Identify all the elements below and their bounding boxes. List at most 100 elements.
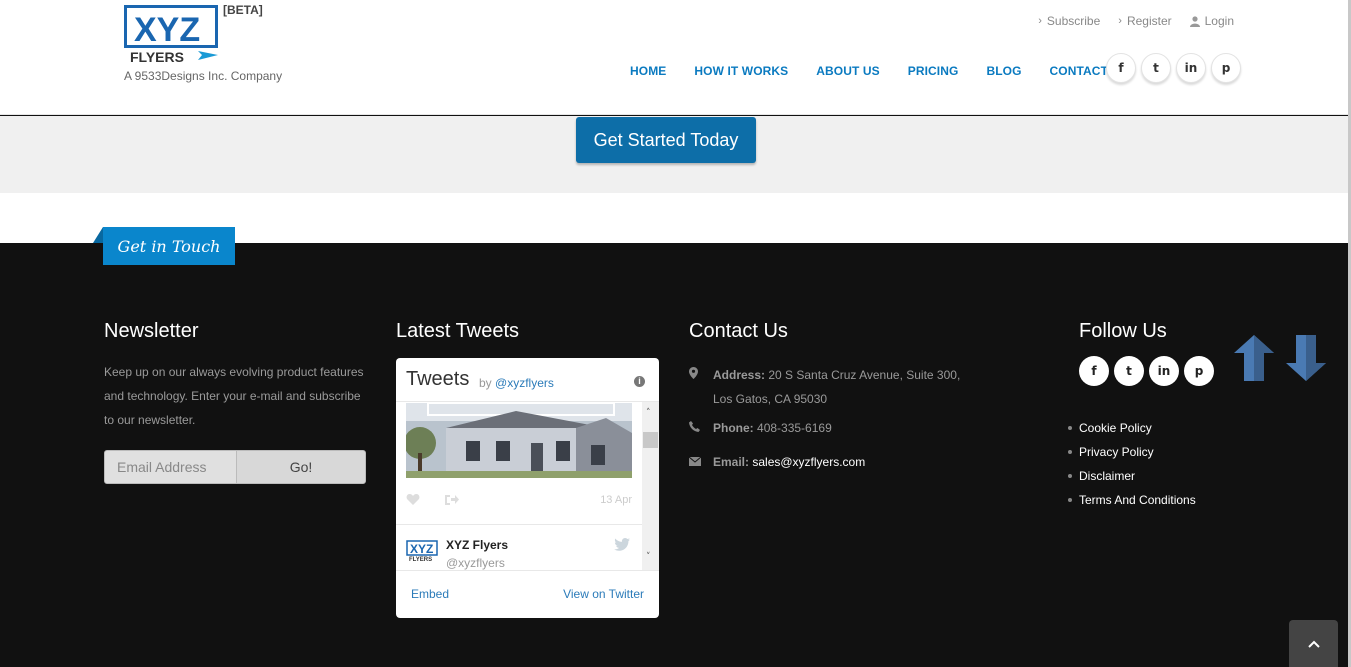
newsletter-text: Keep up on our always evolving product f… (104, 365, 364, 427)
tweets-by-label: by (479, 376, 492, 390)
pinterest-icon[interactable]: p (1211, 53, 1241, 83)
svg-text:FLYERS: FLYERS (130, 49, 184, 63)
scroll-thumb[interactable] (643, 432, 658, 448)
email-row: Email: sales@xyzflyers.com (688, 455, 865, 469)
twitter-icon[interactable]: t (1114, 356, 1144, 386)
nav-pricing[interactable]: PRICING (908, 64, 959, 78)
nav-about-us[interactable]: ABOUT US (816, 64, 879, 78)
footer-social: f t in p (1079, 356, 1214, 386)
svg-text:FLYERS: FLYERS (409, 557, 432, 562)
scroll-up-icon[interactable]: ˄ (646, 408, 651, 418)
bullet (1068, 450, 1072, 454)
nav-contact[interactable]: CONTACT (1050, 64, 1108, 78)
heart-icon[interactable] (406, 493, 420, 506)
header-social: f t in p (1106, 53, 1241, 83)
top-links: › Subscribe › Register Login (1038, 14, 1234, 28)
login-label: Login (1204, 14, 1234, 28)
bullet (1068, 426, 1072, 430)
disclaimer-link[interactable]: Disclaimer (1068, 464, 1196, 488)
user-icon (1189, 15, 1200, 27)
ribbon-fold (93, 227, 103, 243)
get-started-button[interactable]: Get Started Today (576, 117, 756, 163)
phone-label: Phone: (713, 421, 754, 435)
nav-home[interactable]: HOME (630, 64, 666, 78)
phone-icon (689, 421, 713, 435)
address-label: Address: (713, 368, 766, 382)
beta-badge: [BETA] (223, 3, 263, 17)
phone-value: 408-335-6169 (757, 421, 832, 435)
subscribe-link[interactable]: › Subscribe (1038, 14, 1100, 28)
get-in-touch-badge: Get in Touch (103, 227, 235, 265)
linkedin-icon[interactable]: in (1176, 53, 1206, 83)
email-link[interactable]: sales@xyzflyers.com (752, 455, 865, 469)
register-label: Register (1126, 14, 1172, 28)
nav-blog[interactable]: BLOG (986, 64, 1021, 78)
twitter-widget: Tweets by @xyzflyers i 13 Apr XYZ FLYERS… (396, 358, 659, 618)
map-marker-icon (689, 363, 713, 411)
contact-title: Contact Us (689, 320, 788, 342)
logo[interactable]: XYZ FLYERS [BETA] A 9533Designs Inc. Com… (124, 3, 294, 85)
privacy-policy-link[interactable]: Privacy Policy (1068, 440, 1196, 464)
bullet (1068, 498, 1072, 502)
tweets-by: by @xyzflyers (479, 376, 554, 390)
cookie-policy-label: Cookie Policy (1079, 421, 1152, 435)
xyz-flyers-logo: XYZ FLYERS (124, 5, 218, 63)
scroll-down-icon[interactable]: ˅ (646, 552, 651, 562)
privacy-policy-label: Privacy Policy (1079, 445, 1154, 459)
twitter-widget-header: Tweets by @xyzflyers i (396, 358, 659, 402)
tweet-date[interactable]: 13 Apr (600, 494, 632, 506)
chevron-up-icon (1307, 640, 1320, 648)
tweets-handle-link[interactable]: @xyzflyers (495, 376, 554, 390)
envelope-icon (688, 455, 713, 469)
up-down-arrows-icon[interactable] (1232, 333, 1328, 383)
tweet-image[interactable] (406, 403, 632, 478)
go-button[interactable]: Go! (236, 450, 366, 484)
facebook-icon[interactable]: f (1106, 53, 1136, 83)
chevron-right-icon: › (1118, 15, 1122, 27)
chevron-right-icon: › (1038, 15, 1042, 27)
disclaimer-label: Disclaimer (1079, 469, 1136, 483)
policy-links: Cookie Policy Privacy Policy Disclaimer … (1068, 416, 1196, 512)
newsletter-title: Newsletter (104, 320, 199, 342)
facebook-icon[interactable]: f (1079, 356, 1109, 386)
terms-label: Terms And Conditions (1079, 493, 1196, 507)
address-line1: 20 S Santa Cruz Avenue, Suite 300, (768, 368, 961, 382)
nav-how-it-works[interactable]: HOW IT WORKS (694, 64, 788, 78)
house-photo (406, 403, 632, 478)
cookie-policy-link[interactable]: Cookie Policy (1068, 416, 1196, 440)
register-link[interactable]: › Register (1118, 14, 1171, 28)
linkedin-icon[interactable]: in (1149, 356, 1179, 386)
svg-text:XYZ: XYZ (134, 11, 200, 49)
site-header: XYZ FLYERS [BETA] A 9533Designs Inc. Com… (0, 0, 1351, 115)
latest-tweets-title: Latest Tweets (396, 320, 520, 342)
tweet-author-handle[interactable]: @xyzflyers (446, 556, 505, 570)
tweet-actions: 13 Apr (406, 490, 632, 510)
tweets-heading: Tweets (406, 368, 470, 390)
widget-scrollbar[interactable]: ˄ ˅ (642, 402, 659, 570)
tagline: A 9533Designs Inc. Company (124, 69, 283, 83)
login-link[interactable]: Login (1189, 14, 1234, 28)
email-label: Email: (713, 455, 750, 469)
tweet-author-name[interactable]: XYZ Flyers (446, 538, 508, 552)
follow-title: Follow Us (1079, 320, 1167, 342)
back-to-top-button[interactable] (1289, 620, 1338, 667)
phone-row: Phone: 408-335-6169 (689, 421, 832, 435)
address-line2: Los Gatos, CA 95030 (713, 392, 828, 406)
bullet (1068, 474, 1072, 478)
address-row: Address: 20 S Santa Cruz Avenue, Suite 3… (689, 363, 960, 411)
subscribe-label: Subscribe (1046, 14, 1101, 28)
twitter-widget-footer: Embed View on Twitter (396, 570, 659, 618)
xyz-avatar[interactable]: XYZ FLYERS (406, 540, 438, 562)
twitter-icon[interactable]: t (1141, 53, 1171, 83)
embed-link[interactable]: Embed (411, 587, 449, 601)
pinterest-icon[interactable]: p (1184, 356, 1214, 386)
terms-link[interactable]: Terms And Conditions (1068, 488, 1196, 512)
svg-text:XYZ: XYZ (410, 542, 433, 556)
main-nav: HOME HOW IT WORKS ABOUT US PRICING BLOG … (630, 64, 1136, 78)
share-icon[interactable] (444, 493, 460, 506)
info-icon[interactable]: i (634, 376, 645, 387)
twitter-bird-icon[interactable] (614, 538, 630, 551)
view-on-twitter-link[interactable]: View on Twitter (563, 587, 644, 601)
divider (396, 524, 642, 525)
email-field[interactable]: Email Address (104, 450, 237, 484)
